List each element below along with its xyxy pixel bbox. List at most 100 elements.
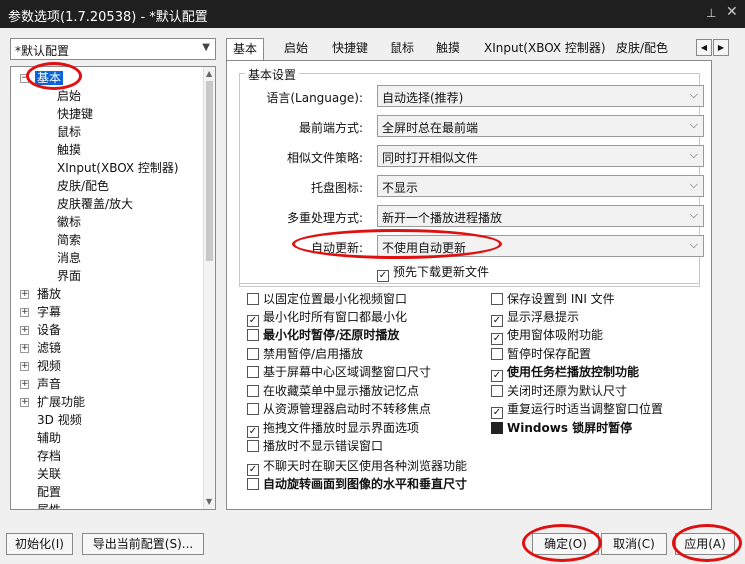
tab-next-icon[interactable]: ▶ xyxy=(713,39,729,56)
check-right-3[interactable]: ✓ 使用窗体吸附功能 xyxy=(491,326,603,345)
multi-process-label: 多重处理方式: xyxy=(286,211,363,225)
tab-skin[interactable]: 皮肤/配色 xyxy=(610,38,674,60)
check-left-10[interactable]: ✓ 不聊天时在聊天区使用各种浏览器功能 xyxy=(247,457,467,476)
auto-update-label: 自动更新: xyxy=(310,241,363,255)
profile-value: *默认配置 xyxy=(15,44,70,58)
ontop-select[interactable]: 全屏时总在最前端 ⌵ xyxy=(377,115,704,137)
tree-item[interactable]: 消息 xyxy=(57,249,81,267)
tree-item[interactable]: 播放 xyxy=(37,285,61,303)
chevron-down-icon: ⌵ xyxy=(689,178,698,191)
tab-mouse[interactable]: 鼠标 xyxy=(384,38,420,60)
ok-button[interactable]: 确定(O) xyxy=(532,533,599,555)
tab-xinput[interactable]: XInput(XBOX 控制器) xyxy=(478,38,612,60)
tree-item[interactable]: 扩展功能 xyxy=(37,393,85,411)
profile-select[interactable]: *默认配置 ▼ xyxy=(10,38,216,60)
tree-item[interactable]: 存档 xyxy=(37,447,61,465)
tree-expander[interactable]: − xyxy=(20,74,29,83)
tree-expander[interactable]: + xyxy=(20,308,29,317)
tree-expander[interactable]: + xyxy=(20,398,29,407)
ontop-label: 最前端方式: xyxy=(298,121,363,135)
tree-item[interactable]: 简索 xyxy=(57,231,81,249)
tree-item[interactable]: 滤镜 xyxy=(37,339,61,357)
tray-icon-label: 托盘图标: xyxy=(310,181,363,195)
check-left-5[interactable]: 基于屏幕中心区域调整窗口尺寸 xyxy=(247,363,431,380)
tree-item[interactable]: 视频 xyxy=(37,357,61,375)
similar-files-select[interactable]: 同时打开相似文件 ⌵ xyxy=(377,145,704,167)
cancel-button[interactable]: 取消(C) xyxy=(601,533,667,555)
settings-tree: − 基本 启始 快捷键 鼠标 触摸 XInput(XBOX 控制器) 皮肤/配色… xyxy=(10,66,216,510)
chevron-down-icon: ⌵ xyxy=(689,148,698,161)
chevron-down-icon: ⌵ xyxy=(689,238,698,251)
close-icon[interactable]: ✕ xyxy=(726,4,738,20)
tree-item[interactable]: 鼠标 xyxy=(57,123,81,141)
check-right-7[interactable]: ✓ 重复运行时适当调整窗口位置 xyxy=(491,400,663,419)
check-left-9[interactable]: 播放时不显示错误窗口 xyxy=(247,437,383,454)
pin-icon[interactable]: ⊥ xyxy=(706,6,716,20)
tab-strip: 基本 启始 快捷键 鼠标 触摸 XInput(XBOX 控制器) 皮肤/配色 ◀… xyxy=(226,38,738,62)
tree-item-basic[interactable]: 基本 xyxy=(35,69,64,87)
tree-item[interactable]: 3D 视频 xyxy=(37,411,82,429)
preferences-window: 参数选项(1.7.20538) - *默认配置 ⊥ ✕ *默认配置 ▼ − 基本… xyxy=(0,0,745,564)
tree-expander[interactable]: + xyxy=(20,362,29,371)
tree-item[interactable]: 快捷键 xyxy=(57,105,93,123)
check-right-1[interactable]: 保存设置到 INI 文件 xyxy=(491,290,615,307)
check-right-5[interactable]: ✓ 使用任务栏播放控制功能 xyxy=(491,363,639,382)
basic-settings-page: 基本设置 语言(Language): 自动选择(推荐) ⌵ 最前端方式: 全屏时总… xyxy=(226,60,712,510)
check-left-1[interactable]: 以固定位置最小化视频窗口 xyxy=(247,290,407,307)
check-left-8[interactable]: ✓ 拖拽文件播放时显示界面选项 xyxy=(247,419,419,438)
scroll-down-icon[interactable]: ▼ xyxy=(206,497,212,506)
chevron-down-icon: ⌵ xyxy=(689,118,698,131)
tree-item[interactable]: 界面 xyxy=(57,267,81,285)
tree-item[interactable]: 设备 xyxy=(37,321,61,339)
scroll-up-icon[interactable]: ▲ xyxy=(206,69,212,78)
tree-expander[interactable]: + xyxy=(20,290,29,299)
window-title: 参数选项(1.7.20538) - *默认配置 xyxy=(8,10,208,25)
tab-startup[interactable]: 启始 xyxy=(278,38,314,60)
tree-item[interactable]: 皮肤覆盖/放大 xyxy=(57,195,133,213)
tree-item[interactable]: 徽标 xyxy=(57,213,81,231)
language-label: 语言(Language): xyxy=(266,91,363,105)
tree-item[interactable]: XInput(XBOX 控制器) xyxy=(57,159,179,177)
check-right-6[interactable]: 关闭时还原为默认尺寸 xyxy=(491,382,627,399)
tree-expander[interactable]: + xyxy=(20,344,29,353)
tree-item[interactable]: 触摸 xyxy=(57,141,81,159)
check-left-4[interactable]: 禁用暂停/启用播放 xyxy=(247,345,363,362)
tree-item[interactable]: 配置 xyxy=(37,483,61,501)
language-select[interactable]: 自动选择(推荐) ⌵ xyxy=(377,85,704,107)
divider xyxy=(239,283,700,284)
tree-item[interactable]: 属性 xyxy=(37,501,61,509)
similar-files-label: 相似文件策略: xyxy=(286,151,363,165)
tree-item[interactable]: 关联 xyxy=(37,465,61,483)
multi-process-select[interactable]: 新开一个播放进程播放 ⌵ xyxy=(377,205,704,227)
check-left-11[interactable]: 自动旋转画面到图像的水平和垂直尺寸 xyxy=(247,475,467,492)
tray-icon-select[interactable]: 不显示 ⌵ xyxy=(377,175,704,197)
check-left-2[interactable]: ✓ 最小化时所有窗口都最小化 xyxy=(247,308,407,327)
check-right-8[interactable]: Windows 锁屏时暂停 xyxy=(491,419,632,436)
tree-expander[interactable]: + xyxy=(20,326,29,335)
tree-expander[interactable]: + xyxy=(20,380,29,389)
tree-item[interactable]: 字幕 xyxy=(37,303,61,321)
check-left-7[interactable]: 从资源管理器启动时不转移焦点 xyxy=(247,400,431,417)
check-right-2[interactable]: ✓ 显示浮悬提示 xyxy=(491,308,579,327)
tab-basic[interactable]: 基本 xyxy=(226,38,265,62)
chevron-down-icon: ⌵ xyxy=(689,208,698,221)
predownload-checkbox[interactable]: ✓ 预先下载更新文件 xyxy=(377,263,489,282)
tree-item[interactable]: 辅助 xyxy=(37,429,61,447)
check-left-3[interactable]: 最小化时暂停/还原时播放 xyxy=(247,326,399,343)
checkbox: ✓ xyxy=(377,270,389,282)
apply-button[interactable]: 应用(A) xyxy=(675,533,735,555)
tab-hotkeys[interactable]: 快捷键 xyxy=(326,38,374,60)
check-left-6[interactable]: 在收藏菜单中显示播放记忆点 xyxy=(247,382,419,399)
tree-item[interactable]: 皮肤/配色 xyxy=(57,177,109,195)
scroll-thumb[interactable] xyxy=(206,81,213,261)
tab-touch[interactable]: 触摸 xyxy=(430,38,466,60)
export-config-button[interactable]: 导出当前配置(S)... xyxy=(82,533,204,555)
chevron-down-icon: ⌵ xyxy=(689,88,698,101)
tree-item[interactable]: 声音 xyxy=(37,375,61,393)
tree-item[interactable]: 启始 xyxy=(57,87,81,105)
check-right-4[interactable]: 暂停时保存配置 xyxy=(491,345,591,362)
auto-update-select[interactable]: 不使用自动更新 ⌵ xyxy=(377,235,704,257)
tab-prev-icon[interactable]: ◀ xyxy=(696,39,712,56)
tree-scrollbar[interactable]: ▲ ▼ xyxy=(203,67,215,509)
init-button[interactable]: 初始化(I) xyxy=(6,533,73,555)
